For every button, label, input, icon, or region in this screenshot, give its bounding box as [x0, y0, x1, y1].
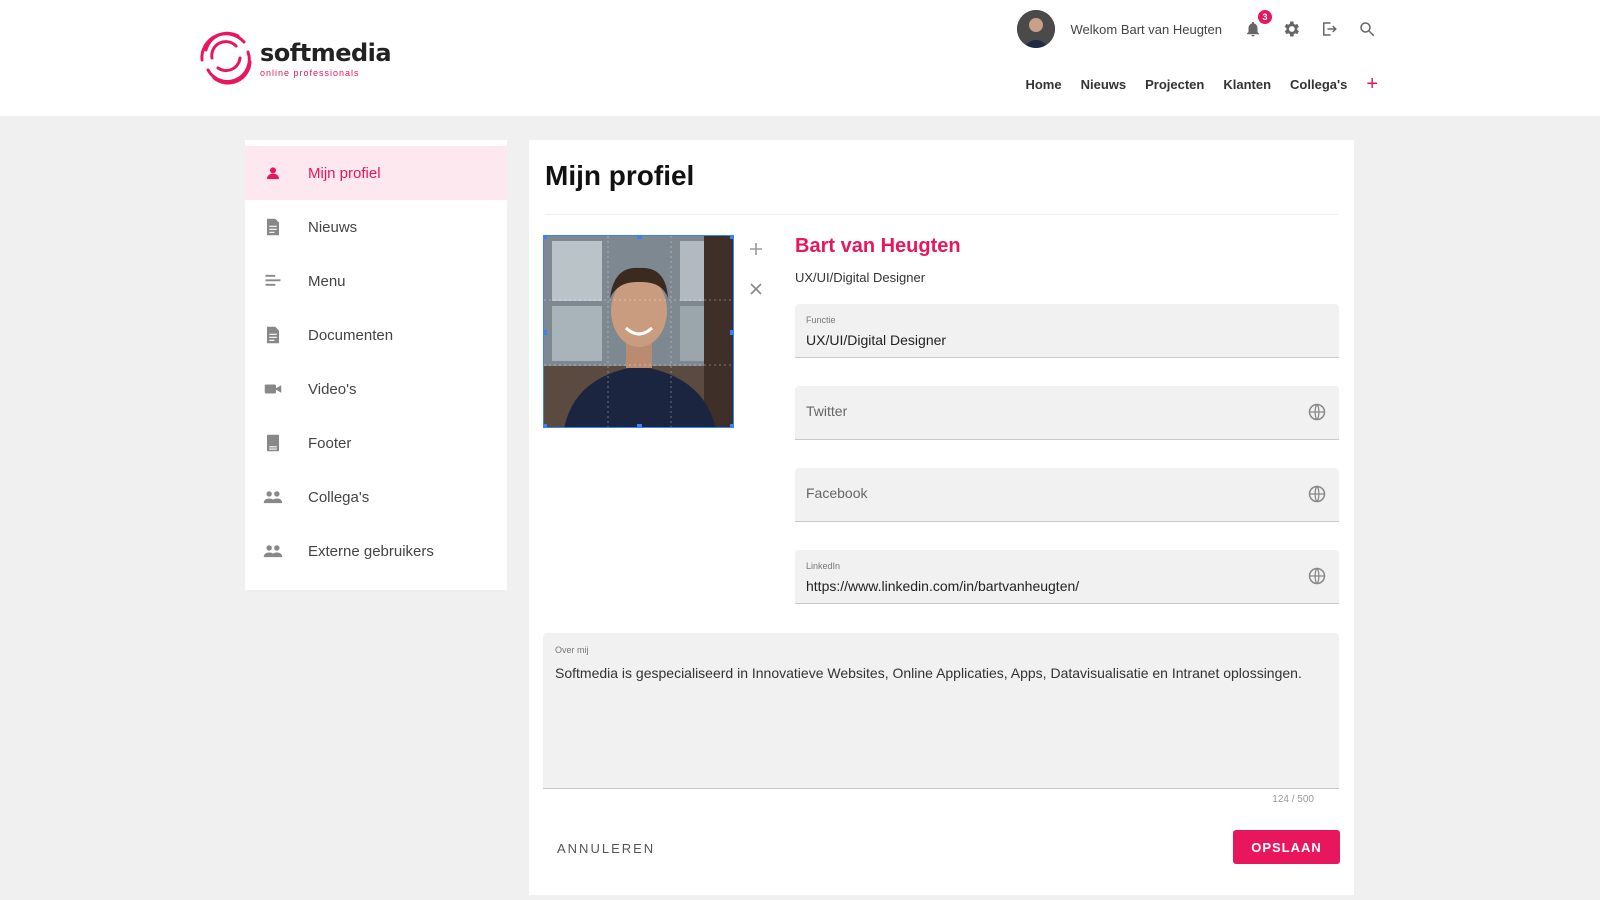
globe-icon	[1308, 567, 1326, 585]
document-icon	[263, 325, 283, 345]
nav-collegas[interactable]: Collega's	[1290, 77, 1347, 92]
welcome-text: Welkom Bart van Heugten	[1070, 21, 1223, 37]
sidebar-item-externe-gebruikers[interactable]: Externe gebruikers	[245, 524, 507, 578]
logout-icon	[1323, 22, 1337, 36]
sidebar-item-label: Documenten	[308, 326, 394, 344]
crop-handle[interactable]	[544, 236, 547, 239]
about-field[interactable]: Over mij Softmedia is gespecialiseerd in…	[543, 633, 1339, 789]
sidebar-item-label: Footer	[308, 434, 352, 452]
person-icon	[263, 163, 283, 183]
user-bar: Welkom Bart van Heugten 3	[1016, 10, 1379, 48]
nav-klanten[interactable]: Klanten	[1223, 77, 1271, 92]
about-textarea[interactable]: Softmedia is gespecialiseerd in Innovati…	[555, 660, 1325, 686]
settings-button[interactable]	[1280, 18, 1302, 40]
softmedia-logo[interactable]: softmedia online professionals	[198, 30, 392, 86]
field-label: Over mij	[555, 645, 589, 655]
sidebar: Mijn profiel Nieuws Menu Documenten Vide…	[245, 140, 507, 590]
brand-name: softmedia	[260, 38, 392, 67]
plus-icon	[750, 243, 762, 255]
divider	[545, 214, 1338, 215]
avatar[interactable]	[1016, 10, 1055, 48]
facebook-field[interactable]: Facebook	[795, 468, 1339, 522]
sidebar-item-label: Externe gebruikers	[308, 542, 434, 560]
brand-tagline: online professionals	[260, 67, 360, 78]
sidebar-item-footer[interactable]: Footer	[245, 416, 507, 470]
sidebar-item-collegas[interactable]: Collega's	[245, 470, 507, 524]
profile-photo[interactable]	[543, 235, 734, 428]
cancel-button[interactable]: ANNULEREN	[557, 841, 655, 856]
field-label: Functie	[806, 315, 836, 325]
sidebar-item-label: Nieuws	[308, 218, 358, 236]
top-nav: Home Nieuws Projecten Klanten Collega's …	[1025, 74, 1378, 94]
profile-name: Bart van Heugten	[795, 235, 961, 257]
functie-field[interactable]: Functie UX/UI/Digital Designer	[795, 304, 1339, 358]
document-icon	[263, 217, 283, 237]
people-icon	[263, 541, 283, 561]
gear-icon	[1284, 21, 1299, 37]
video-icon	[263, 379, 283, 399]
crop-handle[interactable]	[637, 236, 642, 239]
facebook-input[interactable]: Facebook	[806, 485, 867, 501]
search-button[interactable]	[1356, 18, 1378, 40]
linkedin-field[interactable]: LinkedIn https://www.linkedin.com/in/bar…	[795, 550, 1339, 604]
sidebar-item-label: Menu	[308, 272, 346, 290]
twitter-field[interactable]: Twitter	[795, 386, 1339, 440]
photo-actions	[745, 238, 767, 300]
people-icon	[263, 487, 283, 507]
nav-home[interactable]: Home	[1025, 77, 1061, 92]
globe-icon	[1308, 485, 1326, 503]
notifications-button[interactable]: 3	[1242, 10, 1272, 40]
add-photo-button[interactable]	[745, 238, 767, 260]
header: softmedia online professionals Welkom Ba…	[0, 0, 1600, 116]
search-icon	[1360, 22, 1375, 37]
footer-icon	[263, 433, 283, 453]
close-icon	[750, 283, 762, 295]
sidebar-item-label: Mijn profiel	[308, 164, 381, 182]
sidebar-item-documenten[interactable]: Documenten	[245, 308, 507, 362]
add-icon[interactable]: +	[1366, 74, 1378, 94]
sidebar-item-label: Collega's	[308, 488, 370, 506]
sidebar-item-videos[interactable]: Video's	[245, 362, 507, 416]
sidebar-item-mijn-profiel[interactable]: Mijn profiel	[245, 146, 507, 200]
notification-badge: 3	[1258, 10, 1272, 24]
nav-nieuws[interactable]: Nieuws	[1081, 77, 1127, 92]
sidebar-item-nieuws[interactable]: Nieuws	[245, 200, 507, 254]
bell-icon	[1247, 21, 1259, 37]
profile-role: UX/UI/Digital Designer	[795, 270, 926, 285]
nav-projecten[interactable]: Projecten	[1145, 77, 1204, 92]
page-title: Mijn profiel	[545, 160, 695, 191]
functie-input[interactable]: UX/UI/Digital Designer	[806, 332, 1276, 348]
profile-card: Mijn profiel Bart van Heugten UX/UI/Digi…	[529, 140, 1354, 895]
character-counter: 124 / 500	[1272, 794, 1314, 805]
crop-handle[interactable]	[544, 330, 547, 335]
sidebar-item-menu[interactable]: Menu	[245, 254, 507, 308]
globe-icon	[1308, 403, 1326, 421]
save-button[interactable]: OPSLAAN	[1233, 830, 1340, 864]
remove-photo-button[interactable]	[745, 278, 767, 300]
sidebar-item-label: Video's	[308, 380, 357, 398]
field-label: LinkedIn	[806, 561, 841, 571]
logo-mark-icon	[200, 31, 252, 85]
logout-button[interactable]	[1318, 18, 1340, 40]
menu-icon	[263, 271, 283, 291]
twitter-input[interactable]: Twitter	[806, 403, 847, 419]
linkedin-input[interactable]: https://www.linkedin.com/in/bartvanheugt…	[806, 578, 1276, 594]
